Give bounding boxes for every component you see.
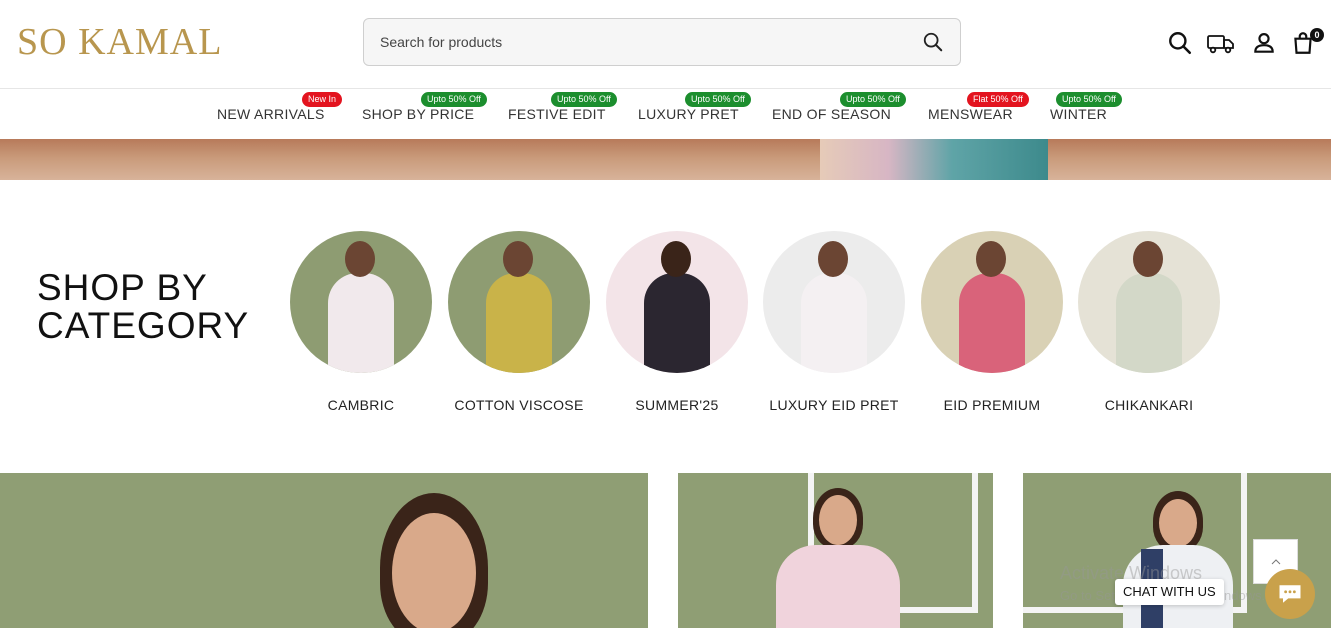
- hero-banner-strip[interactable]: [0, 139, 1331, 180]
- brand-logo[interactable]: SO KAMAL: [17, 20, 222, 64]
- nav-end-of-season[interactable]: END OF SEASON: [772, 106, 891, 122]
- category-image: [763, 231, 905, 373]
- category-chikankari[interactable]: CHIKANKARI: [1078, 231, 1220, 413]
- search-submit-icon[interactable]: [922, 31, 944, 53]
- chat-bubble-icon: [1279, 585, 1301, 603]
- shop-by-category-title: SHOP BY CATEGORY: [37, 267, 250, 346]
- nav-badge-festive-edit: Upto 50% Off: [551, 92, 617, 107]
- category-eid-premium[interactable]: EID PREMIUM: [921, 231, 1063, 413]
- category-cambric[interactable]: CAMBRIC: [290, 231, 432, 413]
- category-label: LUXURY EID PRET: [769, 397, 899, 413]
- product-image-large[interactable]: [0, 473, 648, 628]
- nav-menswear[interactable]: MENSWEAR: [928, 106, 1013, 122]
- category-luxury-eid-pret[interactable]: LUXURY EID PRET: [763, 231, 905, 413]
- category-label: CAMBRIC: [327, 397, 395, 413]
- nav-badge-new-in: New In: [302, 92, 343, 107]
- chevron-up-icon: [1271, 559, 1281, 565]
- nav-badge-menswear: Flat 50% Off: [967, 92, 1029, 107]
- product-image-middle[interactable]: [678, 473, 993, 628]
- search-bar: [363, 18, 961, 66]
- category-image: [290, 231, 432, 373]
- nav-new-arrivals[interactable]: NEW ARRIVALS: [217, 106, 325, 122]
- category-image: [921, 231, 1063, 373]
- category-image: [606, 231, 748, 373]
- main-navigation: NEW ARRIVALS New In SHOP BY PRICE Upto 5…: [0, 89, 1331, 139]
- search-icon[interactable]: [1167, 30, 1193, 56]
- nav-badge-end-of-season: Upto 50% Off: [840, 92, 906, 107]
- nav-shop-by-price[interactable]: SHOP BY PRICE: [362, 106, 474, 122]
- category-label: COTTON VISCOSE: [454, 397, 584, 413]
- category-label: SUMMER'25: [635, 397, 719, 413]
- category-label: CHIKANKARI: [1104, 397, 1194, 413]
- chat-button[interactable]: [1265, 569, 1315, 619]
- cart-count-badge: 0: [1310, 28, 1324, 42]
- category-image: [448, 231, 590, 373]
- nav-festive-edit[interactable]: FESTIVE EDIT: [508, 106, 606, 122]
- category-label: EID PREMIUM: [943, 397, 1041, 413]
- search-input[interactable]: [364, 19, 936, 65]
- category-cotton-viscose[interactable]: COTTON VISCOSE: [448, 231, 590, 413]
- site-header: SO KAMAL 0: [0, 0, 1331, 89]
- nav-winter[interactable]: WINTER: [1050, 106, 1107, 122]
- banner-dress-image: [820, 139, 1048, 180]
- user-icon[interactable]: [1251, 30, 1277, 56]
- delivery-truck-icon[interactable]: [1206, 30, 1236, 56]
- nav-badge-winter: Upto 50% Off: [1056, 92, 1122, 107]
- category-summer-25[interactable]: SUMMER'25: [606, 231, 748, 413]
- category-image: [1078, 231, 1220, 373]
- nav-badge-shop-by-price: Upto 50% Off: [421, 92, 487, 107]
- nav-badge-luxury-pret: Upto 50% Off: [685, 92, 751, 107]
- chat-with-us-label[interactable]: CHAT WITH US: [1115, 579, 1224, 605]
- nav-luxury-pret[interactable]: LUXURY PRET: [638, 106, 739, 122]
